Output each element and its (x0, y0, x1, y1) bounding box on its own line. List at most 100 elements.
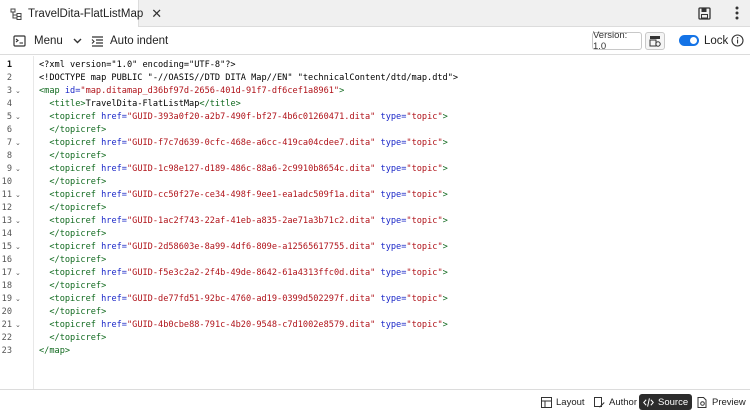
source-editor[interactable]: 1 <?xml version="1.0" encoding="UTF-8"?> 2… (0, 56, 750, 389)
code-line[interactable]: 23 </map> (0, 345, 750, 358)
code-text: <topicref href="GUID-1ac2f743-22af-41eb-… (39, 215, 447, 228)
close-tab-icon[interactable]: ✕ (151, 7, 162, 20)
code-line[interactable]: 3 ⌄ <map id="map.ditamap_d36bf97d-2656-401… (0, 85, 750, 98)
line-number: 6 (6, 125, 12, 135)
code-line[interactable]: 10 </topicref> (0, 176, 750, 189)
version-history-button[interactable] (645, 32, 665, 50)
code-text: </topicref> (39, 124, 106, 137)
author-icon (594, 396, 605, 408)
code-token: type= (380, 294, 407, 304)
code-token: "GUID-1c98e127-d189-486c-88a6-2c9910b865… (126, 164, 376, 174)
code-line[interactable]: 5 ⌄ <topicref href="GUID-393a0f20-a2b7-49… (0, 111, 750, 124)
code-token: "GUID-f5e3c2a2-2f4b-49de-8642-61a4313ffc… (126, 268, 376, 278)
code-line[interactable]: 18 </topicref> (0, 280, 750, 293)
fold-toggle-icon[interactable]: ⌄ (15, 111, 21, 124)
document-tab[interactable]: TravelDita-FlatListMap ✕ (0, 0, 162, 27)
more-vertical-icon[interactable] (729, 5, 745, 21)
code-token: "topic" (406, 164, 443, 174)
fold-toggle-icon[interactable]: ⌄ (15, 137, 21, 150)
code-token: "GUID-de77fd51-92bc-4760-ad19-0399d50229… (126, 294, 376, 304)
code-text: <topicref href="GUID-de77fd51-92bc-4760-… (39, 293, 447, 306)
fold-toggle-icon[interactable]: ⌄ (15, 241, 21, 254)
code-line[interactable]: 11 ⌄ <topicref href="GUID-cc50f27e-ce34-4… (0, 189, 750, 202)
line-number: 3 (6, 86, 12, 96)
code-text: </topicref> (39, 306, 106, 319)
code-token: TravelDita-FlatListMap (85, 99, 200, 109)
fold-toggle-icon[interactable]: ⌄ (15, 85, 21, 98)
code-line[interactable]: 1 <?xml version="1.0" encoding="UTF-8"?> (0, 59, 750, 72)
menu-button[interactable]: Menu (13, 27, 82, 55)
code-token: href= (101, 216, 127, 226)
code-line[interactable]: 4 <title>TravelDita-FlatListMap</title> (0, 98, 750, 111)
code-token: <topicref (49, 320, 102, 330)
code-line[interactable]: 14 </topicref> (0, 228, 750, 241)
code-line[interactable]: 13 ⌄ <topicref href="GUID-1ac2f743-22af-4… (0, 215, 750, 228)
info-icon[interactable] (731, 34, 744, 47)
code-text: <topicref href="GUID-f7c7d639-0cfc-468e-… (39, 137, 448, 150)
code-token: id= (64, 86, 81, 96)
fold-toggle-icon[interactable]: ⌄ (15, 267, 21, 280)
code-token: "GUID-4b0cbe88-791c-4b20-9548-c7d1002e85… (126, 320, 376, 330)
code-line[interactable]: 6 </topicref> (0, 124, 750, 137)
fold-toggle-icon[interactable]: ⌄ (15, 163, 21, 176)
code-token: type= (380, 320, 407, 330)
fold-toggle-icon[interactable]: ⌄ (15, 319, 21, 332)
code-token: <topicref (49, 242, 102, 252)
code-text: </topicref> (39, 176, 106, 189)
code-token: type= (380, 112, 407, 122)
code-text: <title>TravelDita-FlatListMap</title> (39, 98, 240, 111)
code-token: <topicref (49, 216, 102, 226)
layout-icon (541, 396, 552, 408)
code-token: </topicref> (49, 229, 107, 239)
code-line[interactable]: 12 </topicref> (0, 202, 750, 215)
version-indicator[interactable]: Version: 1.0 (592, 30, 642, 52)
fold-toggle-icon[interactable]: ⌄ (15, 189, 21, 202)
code-token: href= (101, 190, 127, 200)
code-token: href= (101, 164, 127, 174)
code-line[interactable]: 22 </topicref> (0, 332, 750, 345)
code-line[interactable]: 2 <!DOCTYPE map PUBLIC "-//OASIS//DTD DIT… (0, 72, 750, 85)
fold-toggle-icon[interactable]: ⌄ (15, 293, 21, 306)
fold-toggle-icon[interactable]: ⌄ (15, 215, 21, 228)
code-line[interactable]: 15 ⌄ <topicref href="GUID-2d58603e-8a99-4… (0, 241, 750, 254)
line-number: 22 (1, 333, 12, 343)
code-line[interactable]: 7 ⌄ <topicref href="GUID-f7c7d639-0cfc-46… (0, 137, 750, 150)
code-token: > (442, 138, 448, 148)
line-number: 2 (6, 73, 12, 83)
code-line[interactable]: 21 ⌄ <topicref href="GUID-4b0cbe88-791c-4… (0, 319, 750, 332)
code-text: <topicref href="GUID-393a0f20-a2b7-490f-… (39, 111, 447, 124)
code-text: <topicref href="GUID-4b0cbe88-791c-4b20-… (39, 319, 447, 332)
code-line[interactable]: 8 </topicref> (0, 150, 750, 163)
code-token: </topicref> (49, 177, 107, 187)
code-token: <topicref (49, 164, 102, 174)
code-token: > (442, 190, 448, 200)
code-line[interactable]: 9 ⌄ <topicref href="GUID-1c98e127-d189-48… (0, 163, 750, 176)
code-token: "GUID-cc50f27e-ce34-498f-9ee1-ea1adc509f… (126, 190, 376, 200)
layout-view-button[interactable]: Layout (537, 394, 589, 410)
line-number: 21 (1, 320, 12, 330)
code-line[interactable]: 16 </topicref> (0, 254, 750, 267)
source-view-button[interactable]: Source (639, 394, 693, 410)
code-line[interactable]: 19 ⌄ <topicref href="GUID-de77fd51-92bc-4… (0, 293, 750, 306)
code-text: <topicref href="GUID-2d58603e-8a99-4df6-… (39, 241, 447, 254)
auto-indent-button[interactable]: Auto indent (91, 27, 168, 55)
preview-view-button[interactable]: Preview (693, 394, 750, 410)
code-token: <topicref (49, 138, 102, 148)
lock-toggle[interactable] (679, 35, 699, 46)
code-token: </topicref> (49, 255, 107, 265)
code-token: "GUID-2d58603e-8a99-4df6-809e-a125656177… (126, 242, 376, 252)
code-text: <!DOCTYPE map PUBLIC "-//OASIS//DTD DITA… (39, 72, 458, 85)
code-line[interactable]: 17 ⌄ <topicref href="GUID-f5e3c2a2-2f4b-4… (0, 267, 750, 280)
line-number: 7 (6, 138, 12, 148)
author-view-button[interactable]: Author (590, 394, 641, 410)
code-line[interactable]: 20 </topicref> (0, 306, 750, 319)
save-icon[interactable] (696, 5, 712, 21)
line-number: 17 (1, 268, 12, 278)
